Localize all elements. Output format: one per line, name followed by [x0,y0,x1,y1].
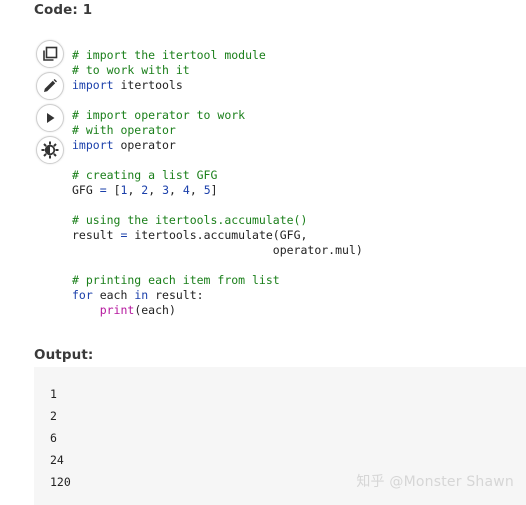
output-line: 1 [50,387,57,401]
code-token: itertools [113,78,183,92]
code-token: , [169,183,183,197]
theme-toggle-button[interactable] [36,136,64,164]
code-line: import operator [72,138,363,153]
edit-button[interactable] [36,72,64,100]
code-token: , [189,183,204,197]
code-line: # import the itertool module [72,48,363,63]
code-token: # using the itertools.accumulate() [72,213,308,227]
theme-toggle-icon [41,141,59,159]
code-heading: Code: 1 [34,2,93,18]
code-token: import [72,138,114,152]
copy-button[interactable] [36,40,64,68]
output-heading: Output: [34,347,94,363]
code-token: each [92,288,135,302]
code-token: print [99,303,135,317]
code-token: , [148,183,163,197]
code-token: 4 [182,183,190,197]
code-token: # printing each item from list [72,273,280,287]
code-token: operator.mul) [72,243,363,257]
code-token: 3 [162,183,170,197]
code-line: import itertools [72,78,363,93]
code-token: GFG [72,183,100,197]
code-token: = [99,183,107,197]
code-token: in [134,288,149,302]
code-token: (each) [134,303,176,317]
code-token: [ [106,183,121,197]
code-line: result = itertools.accumulate(GFG, [72,228,363,243]
code-line: print(each) [72,303,363,318]
code-line: # using the itertools.accumulate() [72,213,363,228]
run-button[interactable] [36,104,64,132]
code-line: for each in result: [72,288,363,303]
code-token: # creating a list GFG [72,168,218,182]
code-line: # creating a list GFG [72,168,363,183]
code-token: for [72,288,93,302]
output-lines: 1 2 6 24 120 [50,387,71,497]
code-token: result: [148,288,204,302]
output-line: 2 [50,409,57,423]
article-page: Code: 1 # import the itertool module # t… [0,0,526,505]
code-line: # with operator [72,123,363,138]
code-line: GFG = [1, 2, 3, 4, 5] [72,183,363,198]
watermark-text: 知乎 @Monster Shawn [356,474,514,490]
play-icon [43,111,57,125]
output-line: 24 [50,453,64,467]
code-token: # import the itertool module [72,48,266,62]
copy-icon [42,46,58,62]
code-line: operator.mul) [72,243,363,258]
pencil-icon [42,78,58,94]
code-token: # to work with it [72,63,190,77]
code-block: # import the itertool module # to work wi… [72,48,363,318]
code-token: import [72,78,114,92]
code-token: itertools.accumulate(GFG, [127,228,308,242]
code-token: # import operator to work [72,108,246,122]
code-token: # with operator [72,123,176,137]
code-token: 5 [203,183,211,197]
code-line: # import operator to work [72,108,363,123]
code-line: # to work with it [72,63,363,78]
code-token: operator [113,138,176,152]
output-line: 120 [50,475,71,489]
code-token: , [127,183,142,197]
code-line: # printing each item from list [72,273,363,288]
output-line: 6 [50,431,57,445]
code-token: ] [210,183,218,197]
code-token: result [72,228,121,242]
